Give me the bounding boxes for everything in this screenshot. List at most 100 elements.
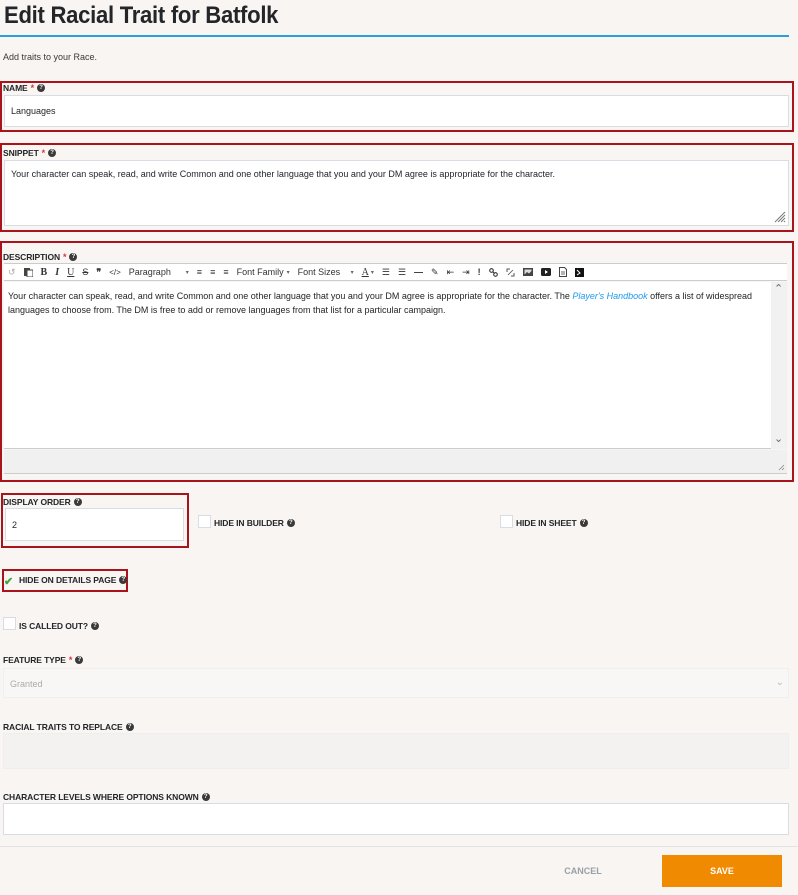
character-levels-label: CHARACTER LEVELS WHERE OPTIONS KNOWN ? [3,792,210,802]
help-icon[interactable]: ? [579,519,588,527]
caret-down-icon: ▾ [350,269,354,276]
code-icon[interactable]: </> [105,264,125,280]
scroll-down-icon[interactable]: ⌄ [774,434,783,445]
horizontal-rule-icon[interactable]: — [410,264,427,280]
paste-icon[interactable] [20,264,37,280]
required-marker: * [63,252,67,262]
racial-traits-to-replace-input[interactable] [3,733,789,769]
image-icon[interactable] [519,264,537,280]
cancel-button[interactable]: CANCEL [540,855,626,887]
indent-icon[interactable]: ⇥ [458,264,474,280]
chevron-down-icon: ⌄ [775,677,784,688]
required-marker: * [30,83,35,93]
snippet-label-text: SNIPPET [3,148,39,158]
help-icon[interactable]: ? [201,793,210,801]
display-order-value: 2 [12,520,18,530]
align-right-icon[interactable]: ≡ [219,264,232,280]
feature-type-label: FEATURE TYPE * ? [3,655,84,665]
caret-down-icon: ▾ [286,269,290,276]
media-icon[interactable] [537,264,555,280]
font-family-dropdown[interactable]: Font Family ▾ [233,264,294,280]
help-icon[interactable]: ? [90,622,99,630]
feature-type-select[interactable]: Granted ⌄ [3,668,789,698]
paragraph-dropdown[interactable]: Paragraph ▾ [125,264,193,280]
strikethrough-button[interactable]: S [78,264,92,280]
hide-in-sheet-label-text: HIDE IN SHEET [516,518,577,528]
snippet-label: SNIPPET * ? [3,148,57,158]
help-icon[interactable]: ? [69,253,78,261]
blockquote-icon[interactable]: ❞ [92,264,105,280]
editor-statusbar [4,450,787,474]
display-order-label-text: DISPLAY ORDER [3,497,71,507]
snippet-textarea[interactable]: Your character can speak, read, and writ… [4,160,789,226]
footer-divider [0,846,798,847]
help-icon[interactable]: ? [286,519,295,527]
help-icon[interactable]: ? [73,498,82,506]
bullet-list-icon[interactable]: ☰ [378,264,394,280]
required-marker: * [41,148,46,158]
name-label: NAME * ? [3,83,46,93]
font-sizes-label: Font Sizes [297,267,341,277]
resize-handle-icon[interactable] [778,464,785,471]
undo-icon[interactable]: ↺ [4,264,20,280]
name-label-text: NAME [3,83,28,93]
character-levels-input[interactable] [3,803,789,835]
font-family-label: Font Family [236,267,284,277]
align-left-icon[interactable]: ≡ [193,264,206,280]
hide-in-sheet-checkbox[interactable] [500,515,513,528]
help-icon[interactable]: ? [125,723,134,731]
feature-type-selected: Granted [10,679,43,689]
text-color-button[interactable]: A ▾ [358,264,378,280]
description-label: DESCRIPTION * ? [3,252,78,262]
checkmark-icon: ✔ [4,576,14,588]
help-icon[interactable]: ? [37,84,46,92]
hide-in-builder-checkbox[interactable] [198,515,211,528]
editor-toolbar: ↺ B I U S ❞ </> Paragraph ▾ ≡ ≡ ≡ Font F… [4,263,787,281]
hide-in-builder-label-text: HIDE IN BUILDER [214,518,284,528]
editor-scrollbar[interactable]: ⌃ ⌄ [771,282,787,449]
source-code-icon[interactable] [571,264,588,280]
racial-traits-to-replace-label: RACIAL TRAITS TO REPLACE ? [3,722,134,732]
underline-button[interactable]: U [63,264,78,280]
page-title: Edit Racial Trait for Batfolk [4,2,279,29]
template-icon[interactable] [555,264,571,280]
important-icon[interactable]: ! [474,264,485,280]
description-content: Your character can speak, read, and writ… [8,289,768,317]
snippet-value: Your character can speak, read, and writ… [11,169,555,179]
link-icon[interactable] [485,264,502,280]
description-text-part1: Your character can speak, read, and writ… [8,291,573,301]
description-label-text: DESCRIPTION [3,252,60,262]
unlink-icon[interactable] [502,264,519,280]
name-input-value: Languages [11,106,56,116]
numbered-list-icon[interactable]: ☰ [394,264,410,280]
racial-traits-to-replace-label-text: RACIAL TRAITS TO REPLACE [3,722,123,732]
align-center-icon[interactable]: ≡ [206,264,219,280]
hide-on-details-page-label: HIDE ON DETAILS PAGE ? [19,575,128,585]
resize-handle-icon[interactable] [774,211,786,223]
scroll-up-icon[interactable]: ⌃ [774,284,783,295]
display-order-label: DISPLAY ORDER ? [3,497,82,507]
is-called-out-label: IS CALLED OUT? ? [19,621,99,631]
save-button[interactable]: SAVE [662,855,782,887]
hide-on-details-page-checkbox[interactable]: ✔ [4,572,16,588]
display-order-input[interactable]: 2 [5,508,184,541]
caret-down-icon: ▾ [185,269,189,276]
text-color-icon: A [361,266,369,278]
hide-on-details-page-label-text: HIDE ON DETAILS PAGE [19,575,117,585]
name-input[interactable]: Languages [4,95,789,127]
help-icon[interactable]: ? [48,149,57,157]
outdent-icon[interactable]: ⇤ [443,264,459,280]
feature-type-label-text: FEATURE TYPE [3,655,66,665]
is-called-out-checkbox[interactable] [3,617,16,630]
bold-button[interactable]: B [37,264,52,280]
page-subtitle: Add traits to your Race. [3,52,98,62]
font-sizes-dropdown[interactable]: Font Sizes ▾ [294,264,358,280]
clear-format-icon[interactable]: ✎ [427,264,443,280]
hide-in-builder-label: HIDE IN BUILDER ? [214,518,295,528]
paragraph-dropdown-label: Paragraph [128,267,171,277]
help-icon[interactable]: ? [119,576,128,584]
players-handbook-link[interactable]: Player's Handbook [572,291,647,301]
italic-button[interactable]: I [51,264,63,280]
help-icon[interactable]: ? [75,656,84,664]
description-editor[interactable]: Your character can speak, read, and writ… [4,282,787,449]
